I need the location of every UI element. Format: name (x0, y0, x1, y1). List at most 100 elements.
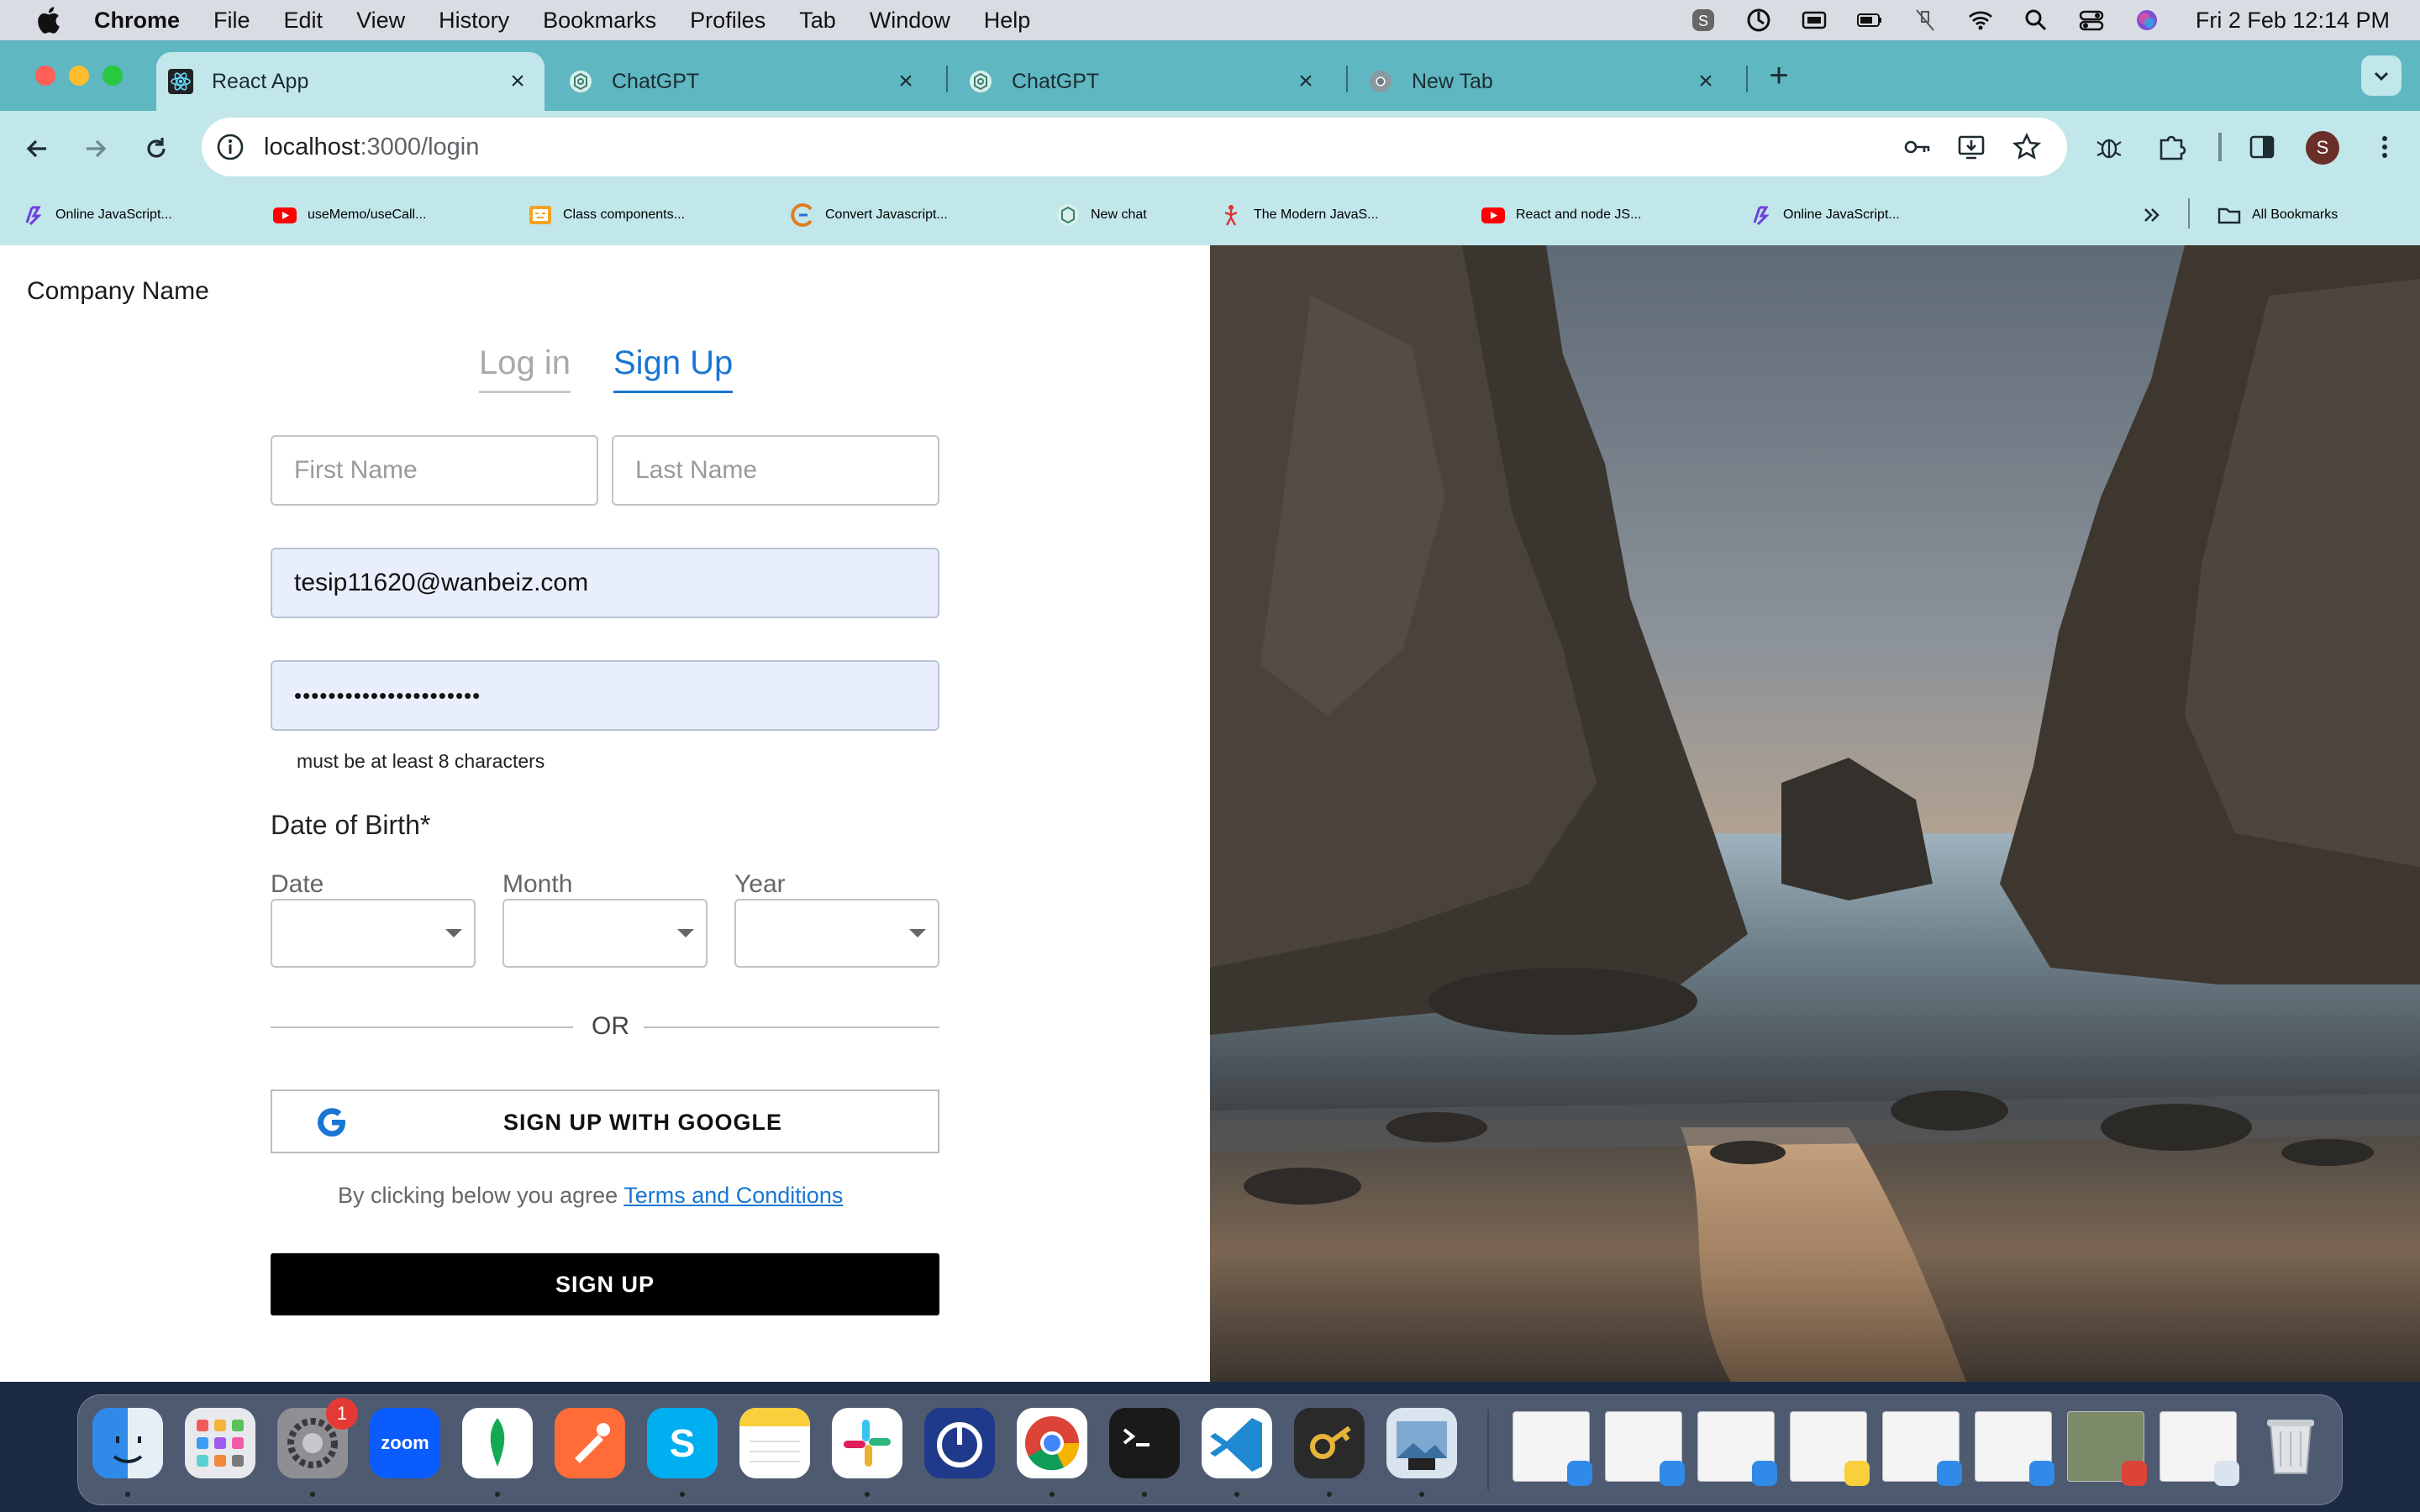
postman-icon[interactable] (555, 1408, 625, 1478)
tab-chatgpt-1[interactable]: ChatGPT × (558, 52, 928, 111)
bookmarks-overflow-button[interactable] (2139, 197, 2175, 234)
tab-close-icon[interactable]: × (506, 67, 529, 95)
forward-button[interactable] (77, 130, 114, 167)
minimized-window-thumbnail[interactable] (1882, 1411, 1962, 1486)
sign-up-button[interactable]: SIGN UP (271, 1253, 939, 1315)
month-select[interactable] (502, 899, 708, 968)
minimized-window-thumbnail[interactable] (1512, 1411, 1592, 1486)
wifi-icon[interactable] (1967, 7, 1994, 34)
slack-icon[interactable] (832, 1408, 902, 1478)
tab-react-app[interactable]: React App × (156, 52, 544, 111)
window-close-button[interactable] (35, 66, 55, 86)
minimized-window-thumbnail[interactable] (1975, 1411, 2054, 1486)
battery-icon[interactable] (1856, 7, 1883, 34)
menu-history[interactable]: History (439, 8, 509, 34)
minimized-window-thumbnail[interactable] (2067, 1411, 2147, 1486)
microphone-muted-icon[interactable] (1912, 7, 1939, 34)
notes-mini-icon (1844, 1461, 1870, 1486)
install-app-icon[interactable] (1954, 130, 1988, 164)
sign-up-with-google-button[interactable]: SIGN UP WITH GOOGLE (271, 1089, 939, 1153)
side-panel-icon[interactable] (2245, 130, 2279, 164)
address-bar[interactable]: localhost:3000/login (202, 118, 2067, 176)
bookmark-star-icon[interactable] (2010, 130, 2044, 164)
focus-timer-icon[interactable] (924, 1408, 995, 1478)
menu-bookmarks[interactable]: Bookmarks (543, 8, 656, 34)
zoom-icon[interactable]: zoom (370, 1408, 440, 1478)
bookmark-item[interactable]: The Modern JavaS... (1218, 197, 1379, 234)
tab-title: React App (212, 69, 309, 93)
email-field[interactable]: tesip11620@wanbeiz.com (271, 548, 939, 618)
chrome-app-icon[interactable] (1017, 1408, 1087, 1478)
reload-button[interactable] (138, 130, 175, 167)
spotlight-search-icon[interactable] (2023, 7, 2049, 34)
tab-search-button[interactable] (2361, 55, 2402, 96)
terms-and-conditions-link[interactable]: Terms and Conditions (623, 1183, 843, 1208)
last-name-field[interactable]: Last Name (612, 435, 939, 506)
focus-status-icon[interactable] (1745, 7, 1772, 34)
skype-status-icon[interactable]: S (1690, 7, 1717, 34)
extension-bug-icon[interactable] (2092, 130, 2126, 164)
menu-profiles[interactable]: Profiles (690, 8, 765, 34)
menu-view[interactable]: View (356, 8, 405, 34)
address-url[interactable]: localhost:3000/login (264, 134, 479, 161)
mongodb-compass-icon[interactable] (462, 1408, 533, 1478)
apple-logo-icon[interactable] (35, 6, 60, 34)
bookmark-label: Convert Javascript... (825, 207, 948, 222)
year-select[interactable] (734, 899, 939, 968)
extensions-puzzle-icon[interactable] (2154, 130, 2188, 164)
chrome-menu-icon[interactable] (2368, 130, 2402, 164)
menu-edit[interactable]: Edit (284, 8, 324, 34)
display-status-icon[interactable] (1801, 7, 1828, 34)
menu-tab[interactable]: Tab (799, 8, 836, 34)
menu-window[interactable]: Window (870, 8, 950, 34)
window-zoom-button[interactable] (103, 66, 123, 86)
menu-help[interactable]: Help (984, 8, 1031, 34)
trash-icon[interactable] (2255, 1408, 2326, 1478)
tab-close-icon[interactable]: × (1294, 67, 1318, 95)
siri-icon[interactable] (2133, 7, 2160, 34)
password-field[interactable]: •••••••••••••••••••••• (271, 660, 939, 731)
tab-close-icon[interactable]: × (1694, 67, 1718, 95)
or-divider-left (271, 1026, 573, 1028)
preview-icon[interactable] (1386, 1408, 1457, 1478)
new-tab-button[interactable]: + (1765, 59, 1793, 92)
bookmark-item[interactable]: Convert Javascript... (790, 197, 948, 234)
all-bookmarks-button[interactable]: All Bookmarks (2217, 197, 2338, 234)
control-center-icon[interactable] (2078, 7, 2105, 34)
minimized-window-thumbnail[interactable] (1605, 1411, 1685, 1486)
bookmark-item[interactable]: Class components... (528, 197, 685, 234)
minimized-window-thumbnail[interactable] (1790, 1411, 1870, 1486)
finder-icon[interactable] (92, 1408, 163, 1478)
password-key-icon[interactable] (1901, 130, 1934, 164)
profile-avatar[interactable]: S (2306, 131, 2339, 165)
toolbar-divider (2218, 133, 2222, 161)
bookmark-item[interactable]: React and node JS... (1481, 197, 1641, 234)
bookmark-item[interactable]: Online JavaScript... (20, 197, 172, 234)
menu-app-name[interactable]: Chrome (94, 8, 180, 34)
first-name-field[interactable]: First Name (271, 435, 598, 506)
window-minimize-button[interactable] (69, 66, 89, 86)
tab-log-in[interactable]: Log in (479, 344, 571, 393)
bookmark-item[interactable]: Online JavaScript... (1748, 197, 1900, 234)
minimized-window-thumbnail[interactable] (2160, 1411, 2239, 1486)
menu-file[interactable]: File (213, 8, 250, 34)
tab-close-icon[interactable]: × (894, 67, 918, 95)
tab-new-tab[interactable]: New Tab × (1358, 52, 1728, 111)
bookmark-item[interactable]: New chat (1055, 197, 1147, 234)
launchpad-icon[interactable] (185, 1408, 255, 1478)
menu-bar-clock[interactable]: Fri 2 Feb 12:14 PM (2196, 8, 2390, 34)
tab-chatgpt-2[interactable]: ChatGPT × (958, 52, 1328, 111)
running-indicator (310, 1492, 315, 1497)
bookmark-item[interactable]: useMemo/useCall... (272, 197, 426, 234)
site-info-icon[interactable] (215, 132, 245, 162)
date-select[interactable] (271, 899, 476, 968)
terminal-icon[interactable] (1109, 1408, 1180, 1478)
skype-icon[interactable]: S (647, 1408, 718, 1478)
keychain-access-icon[interactable] (1294, 1408, 1365, 1478)
bookmark-label: Class components... (563, 207, 685, 222)
back-button[interactable] (18, 130, 55, 167)
notes-icon[interactable] (739, 1408, 810, 1478)
tab-sign-up[interactable]: Sign Up (613, 344, 734, 393)
minimized-window-thumbnail[interactable] (1697, 1411, 1777, 1486)
vscode-icon[interactable] (1202, 1408, 1272, 1478)
